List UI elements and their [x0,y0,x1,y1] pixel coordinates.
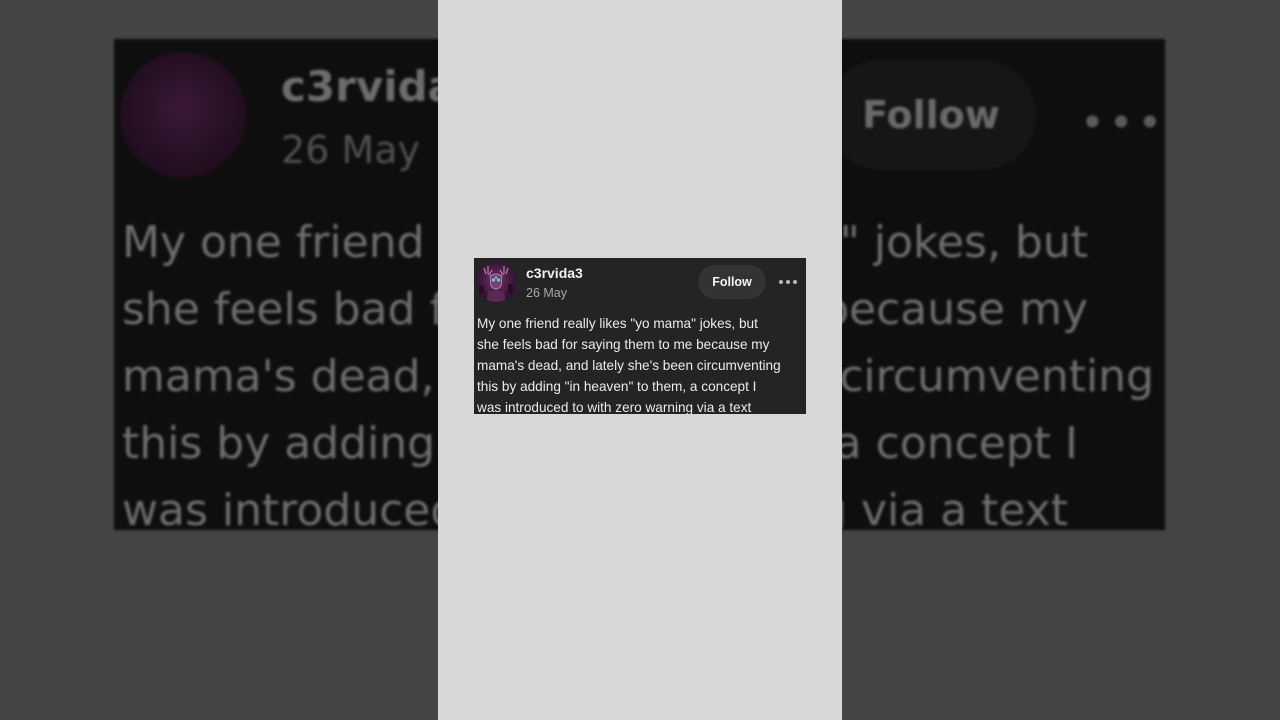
background-avatar [120,52,246,178]
background-line-right: g via a text [819,485,1068,530]
post-card: c3rvida3 26 May Follow My one friend rea… [474,258,806,414]
background-line-left: was introduced [122,485,459,530]
background-line-right: a" jokes, but [812,217,1088,268]
deer-avatar-icon[interactable] [476,262,516,302]
background-line-right: n circumventing [797,351,1154,402]
post-body-line-2: she feels bad for saying them to me beca… [477,337,770,352]
post-body: My one friend really likes "yo mama" jok… [477,313,806,414]
background-line-left: mama's dead, a [122,351,476,402]
background-ellipsis-icon: ••• [1080,98,1165,147]
post-body-line-1: My one friend really likes "yo mama" jok… [477,316,758,331]
background-line-left: she feels bad fo [122,284,472,335]
ellipsis-icon[interactable] [776,272,800,292]
follow-button[interactable]: Follow [698,265,766,299]
video-frame: c3rvida 26 May Follow ••• My one friend … [0,0,1280,720]
background-username: c3rvida [281,62,457,111]
background-line-left: this by adding " [122,418,470,469]
deer-avatar-graphic [479,266,513,302]
background-line-right: a concept I [834,418,1078,469]
post-body-line-5: was introduced to with zero warning via … [477,400,752,414]
background-line-left: My one friend r [122,217,457,268]
background-follow-button: Follow [826,60,1036,170]
background-date: 26 May [281,128,420,172]
post-username[interactable]: c3rvida3 [526,265,583,281]
post-body-line-4: this by adding "in heaven" to them, a co… [477,379,757,394]
dot [793,280,797,284]
post-body-line-3: mama's dead, and lately she's been circu… [477,358,781,373]
post-date: 26 May [526,286,567,300]
dot [786,280,790,284]
dot [779,280,783,284]
